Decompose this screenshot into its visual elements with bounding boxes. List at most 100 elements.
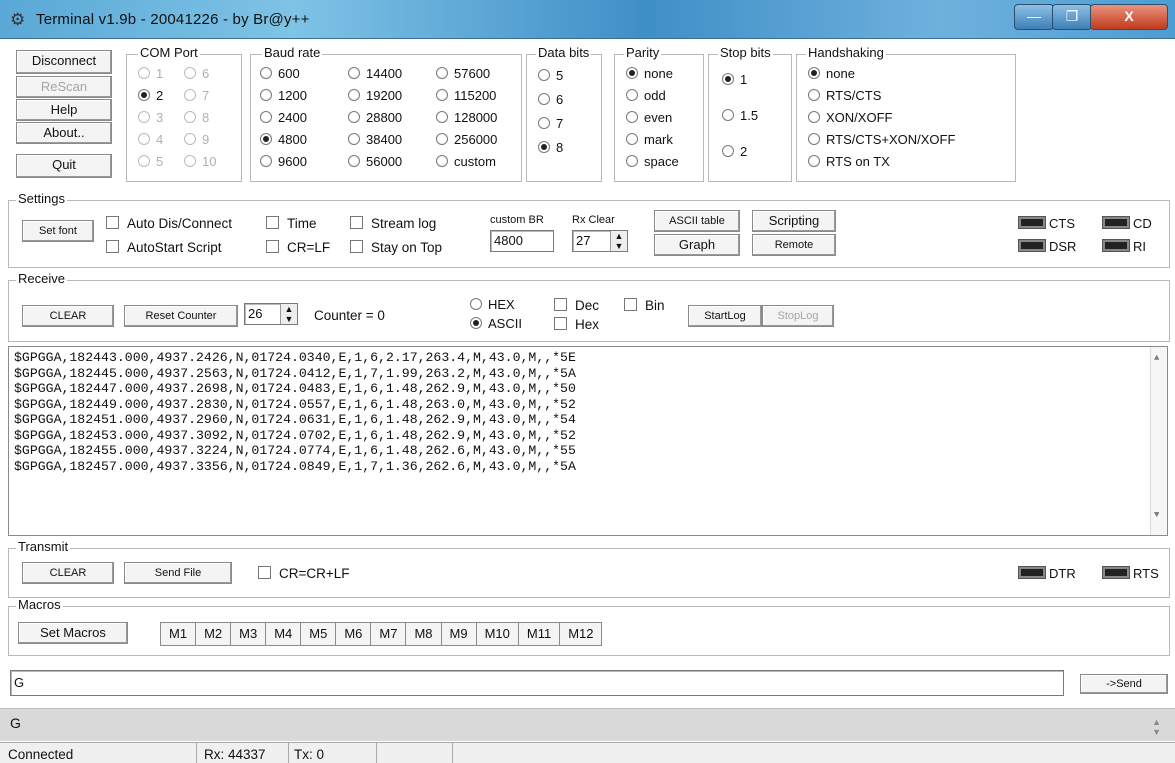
title-bar[interactable]: ⚙ Terminal v1.9b - 20041226 - by Br@y++ …	[0, 0, 1175, 39]
receive-log[interactable]: $GPGGA,182443.000,4937.2426,N,01724.0340…	[8, 346, 1168, 536]
send-file-button[interactable]: Send File	[124, 562, 232, 584]
remote-button[interactable]: Remote	[752, 234, 836, 256]
scripting-button[interactable]: Scripting	[752, 210, 836, 232]
set-font-button[interactable]: Set font	[22, 220, 94, 242]
reset-counter-button[interactable]: Reset Counter	[124, 305, 238, 327]
com-port-radio-2[interactable]: 2	[138, 88, 163, 104]
echo-scroll-icon[interactable]: ▲ ▼	[1152, 717, 1161, 737]
data-bits-radio-5[interactable]: 5	[538, 68, 563, 84]
macro-button-m2[interactable]: M2	[196, 623, 232, 645]
baud-radio-57600[interactable]: 57600	[436, 66, 490, 82]
macro-button-m11[interactable]: M11	[519, 623, 561, 645]
com-port-radio-7[interactable]: 7	[184, 88, 209, 104]
com-port-radio-8[interactable]: 8	[184, 110, 209, 126]
dec-checkbox[interactable]: Dec	[554, 297, 599, 314]
com-port-radio-9[interactable]: 9	[184, 132, 209, 148]
receive-scrollbar[interactable]: ▲ ▼	[1150, 347, 1167, 535]
custom-br-input[interactable]: 4800	[490, 230, 554, 252]
ascii-table-button[interactable]: ASCII table	[654, 210, 740, 232]
data-bits-radio-7[interactable]: 7	[538, 116, 563, 132]
com-port-radio-4[interactable]: 4	[138, 132, 163, 148]
baud-radio-256000[interactable]: 256000	[436, 132, 497, 148]
start-log-button[interactable]: StartLog	[688, 305, 762, 327]
handshaking-radio-rts-cts-xon-xoff[interactable]: RTS/CTS+XON/XOFF	[808, 132, 955, 148]
parity-radio-even[interactable]: even	[626, 110, 672, 126]
maximize-button[interactable]: ❐	[1052, 4, 1092, 30]
stream-log-checkbox[interactable]: Stream log	[350, 215, 436, 232]
data-bits-radio-8[interactable]: 8	[538, 140, 563, 156]
about-button[interactable]: About..	[16, 122, 112, 144]
com-port-radio-5[interactable]: 5	[138, 154, 163, 170]
macro-button-m4[interactable]: M4	[266, 623, 302, 645]
stop-bits-radio-1[interactable]: 1	[722, 72, 747, 88]
macro-button-m8[interactable]: M8	[406, 623, 442, 645]
disconnect-button[interactable]: Disconnect	[16, 50, 112, 74]
handshaking-radio-rts-cts[interactable]: RTS/CTS	[808, 88, 881, 104]
macro-button-m9[interactable]: M9	[442, 623, 477, 645]
parity-radio-odd[interactable]: odd	[626, 88, 666, 104]
receive-clear-button[interactable]: CLEAR	[22, 305, 114, 327]
baud-radio-115200[interactable]: 115200	[436, 88, 496, 104]
hex-checkbox[interactable]: Hex	[554, 316, 599, 333]
macro-button-m7[interactable]: M7	[371, 623, 407, 645]
bin-checkbox[interactable]: Bin	[624, 297, 665, 314]
spin-arrows-icon[interactable]: ▲ ▼	[610, 231, 627, 251]
transmit-clear-button[interactable]: CLEAR	[22, 562, 114, 584]
set-macros-button[interactable]: Set Macros	[18, 622, 128, 644]
autostart-script-checkbox[interactable]: AutoStart Script	[106, 239, 222, 256]
macro-button-m10[interactable]: M10	[477, 623, 519, 645]
parity-radio-none[interactable]: none	[626, 66, 673, 82]
macro-button-m1[interactable]: M1	[161, 623, 197, 645]
handshaking-radio-rts-on-tx[interactable]: RTS on TX	[808, 154, 890, 170]
close-button[interactable]: X	[1090, 4, 1168, 30]
time-checkbox[interactable]: Time	[266, 215, 317, 232]
com-port-radio-1[interactable]: 1	[138, 66, 163, 82]
send-input[interactable]: G	[10, 670, 1064, 696]
quit-button[interactable]: Quit	[16, 154, 112, 178]
parity-radio-mark[interactable]: mark	[626, 132, 673, 148]
macro-button-m3[interactable]: M3	[231, 623, 267, 645]
cr-lf-checkbox[interactable]: CR=LF	[266, 239, 330, 256]
graph-button[interactable]: Graph	[654, 234, 740, 256]
rx-clear-spinner[interactable]: 27 ▲ ▼	[572, 230, 628, 252]
macro-button-m12[interactable]: M12	[560, 623, 601, 645]
com-port-radio-3[interactable]: 3	[138, 110, 163, 126]
baud-radio-4800[interactable]: 4800	[260, 132, 307, 148]
baud-radio-38400[interactable]: 38400	[348, 132, 402, 148]
send-button[interactable]: ->Send	[1080, 674, 1168, 694]
scroll-down-icon[interactable]: ▼	[1154, 508, 1159, 524]
baud-radio-128000[interactable]: 128000	[436, 110, 497, 126]
counter-spinner[interactable]: 26 ▲ ▼	[244, 303, 298, 325]
com-port-radio-10[interactable]: 10	[184, 154, 216, 170]
baud-radio-600[interactable]: 600	[260, 66, 300, 82]
help-button[interactable]: Help	[16, 99, 112, 121]
minimize-button[interactable]: —	[1014, 4, 1054, 30]
auto-disconnect-checkbox[interactable]: Auto Dis/Connect	[106, 215, 232, 232]
stop-bits-radio-2[interactable]: 2	[722, 144, 747, 160]
baud-radio-9600[interactable]: 9600	[260, 154, 307, 170]
scroll-up-icon[interactable]: ▲	[1154, 351, 1159, 367]
stay-on-top-checkbox[interactable]: Stay on Top	[350, 239, 442, 256]
ascii-radio[interactable]: ASCII	[470, 316, 522, 332]
baud-radio-custom[interactable]: custom	[436, 154, 496, 170]
baud-radio-56000[interactable]: 56000	[348, 154, 402, 170]
stop-log-button[interactable]: StopLog	[762, 305, 834, 327]
handshaking-radio-none[interactable]: none	[808, 66, 855, 82]
rescan-button[interactable]: ReScan	[16, 76, 112, 98]
data-bits-radio-6[interactable]: 6	[538, 92, 563, 108]
baud-radio-2400[interactable]: 2400	[260, 110, 307, 126]
macro-button-m5[interactable]: M5	[301, 623, 337, 645]
dtr-indicator[interactable]: DTR	[1018, 565, 1076, 581]
baud-radio-1200[interactable]: 1200	[260, 88, 307, 104]
spin-arrows-icon[interactable]: ▲ ▼	[280, 304, 297, 324]
hex-radio[interactable]: HEX	[470, 297, 515, 313]
com-port-radio-6[interactable]: 6	[184, 66, 209, 82]
macro-button-m6[interactable]: M6	[336, 623, 372, 645]
handshaking-radio-xon-xoff[interactable]: XON/XOFF	[808, 110, 892, 126]
baud-radio-19200[interactable]: 19200	[348, 88, 402, 104]
cr-crlf-checkbox[interactable]: CR=CR+LF	[258, 565, 350, 582]
parity-radio-space[interactable]: space	[626, 154, 679, 170]
rts-indicator[interactable]: RTS	[1102, 565, 1159, 581]
stop-bits-radio-1-5[interactable]: 1.5	[722, 108, 758, 124]
baud-radio-14400[interactable]: 14400	[348, 66, 402, 82]
